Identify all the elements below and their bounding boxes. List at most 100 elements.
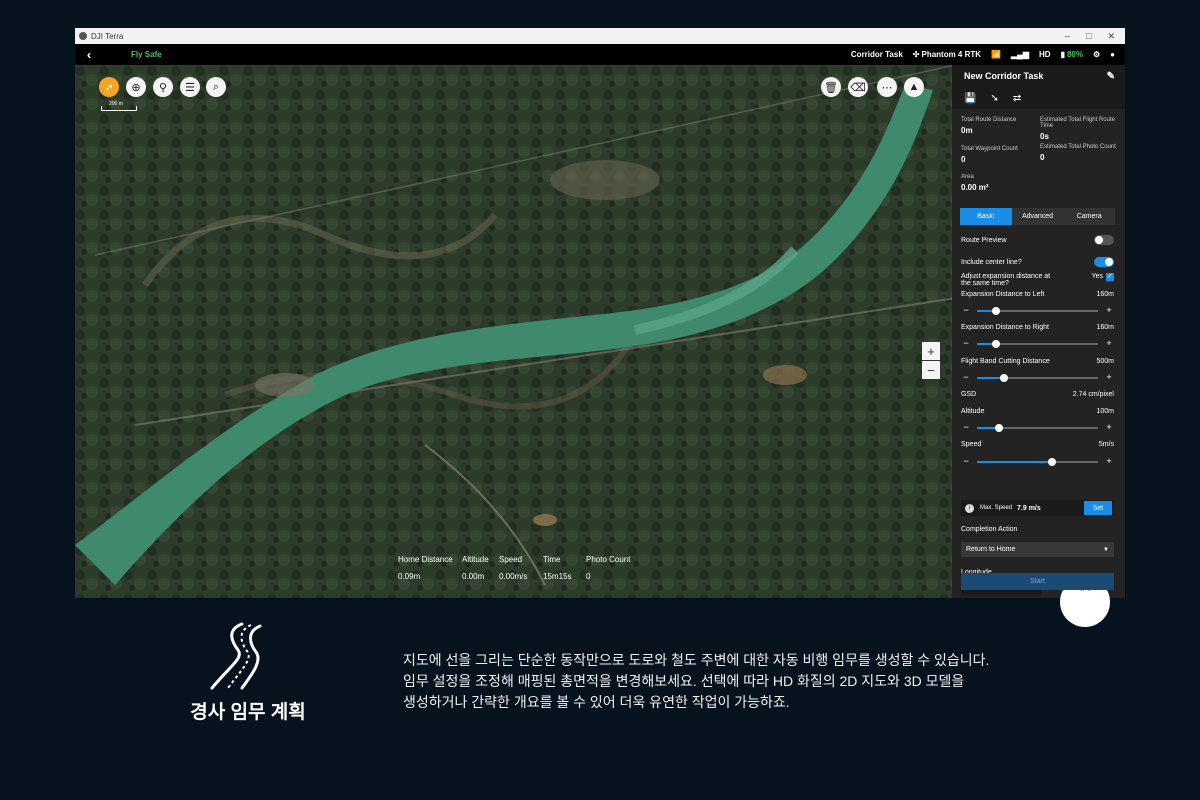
fly-safe-link[interactable]: Fly Safe <box>131 50 162 59</box>
plus-icon[interactable]: + <box>1104 306 1114 316</box>
edit-pencil-icon[interactable]: ✎ <box>1107 71 1115 82</box>
mission-settings-panel: New Corridor Task ✎ 💾 ➘ ⇄ Total Route Di… <box>952 65 1125 627</box>
settings-tabs: Basic Advanced Camera <box>960 208 1115 225</box>
stat-home-distance: Home Distance 0.09m <box>398 555 453 581</box>
minus-icon[interactable]: − <box>961 339 971 349</box>
flight-band-label: Flight Band Cutting Distance <box>961 358 1050 365</box>
adjust-expansion-row: Adjust expansion distance at the same ti… <box>961 273 1114 287</box>
panel-title: New Corridor Task <box>964 71 1044 81</box>
map-view[interactable]: ➚ ⊕ ⚲ ☰ ⌕ 200 m 🗑 ⌫ ⋯ ▲ + − Home Distanc… <box>75 65 952 598</box>
estimated-photo-count: Estimated Total Photo Count 0 <box>1040 144 1116 162</box>
map-layer-icon[interactable]: ▲ <box>904 77 924 97</box>
tab-basic[interactable]: Basic <box>960 208 1012 225</box>
route-preview-toggle[interactable] <box>1094 235 1114 245</box>
signal-icon: 📶 <box>991 50 1002 59</box>
flight-band-slider[interactable]: − + <box>961 373 1114 383</box>
flight-band-value: 500m <box>1096 358 1114 365</box>
zoom-out-button[interactable]: − <box>922 361 940 379</box>
minus-icon[interactable]: − <box>961 423 971 433</box>
save-icon[interactable]: 💾 <box>964 93 976 104</box>
speed-label: Speed <box>961 441 982 448</box>
slider-thumb[interactable] <box>1048 458 1057 466</box>
maximize-icon[interactable]: □ <box>1086 31 1091 42</box>
slider-thumb[interactable] <box>999 374 1008 382</box>
minus-icon[interactable]: − <box>961 373 971 383</box>
waypoint-tool-icon[interactable]: ⋯ <box>877 77 897 97</box>
total-waypoint-count: Total Waypoint Count 0 <box>961 146 1018 164</box>
expansion-left-row: Expansion Distance to Left 160m <box>961 291 1114 298</box>
slider-thumb[interactable] <box>992 340 1001 348</box>
max-speed-label: Max. Speed <box>980 505 1013 511</box>
battery-icon: ▮ <box>1060 50 1065 59</box>
top-bar: ‹ Fly Safe Corridor Task ✣ Phantom 4 RTK … <box>75 44 1125 65</box>
drone-icon: ✣ <box>912 50 920 59</box>
minus-icon[interactable]: − <box>961 457 971 467</box>
tab-advanced[interactable]: Advanced <box>1012 208 1064 225</box>
slider-thumb[interactable] <box>994 424 1003 432</box>
search-icon[interactable]: ⌕ <box>206 77 226 97</box>
estimated-flight-time: Estimated Total Flight Route Time 0s <box>1040 117 1115 141</box>
import-icon[interactable]: ➘ <box>990 93 998 104</box>
app-window: DJI Terra – □ ✕ ‹ Fly Safe Corridor Task… <box>75 28 1125 627</box>
route-preview-row: Route Preview <box>961 235 1114 245</box>
expansion-right-value: 160m <box>1096 324 1114 331</box>
route-preview-label: Route Preview <box>961 236 1007 244</box>
adjust-expansion-checkbox[interactable]: ✓ <box>1106 273 1114 281</box>
caption-description: 지도에 선을 그리는 단순한 동작만으로 도로와 철도 주변에 대한 자동 비행… <box>403 650 1123 713</box>
gsd-row: GSD 2.74 cm/pixel <box>961 391 1114 398</box>
minimize-icon[interactable]: – <box>1065 31 1070 42</box>
eraser-icon[interactable]: ⌫ <box>848 77 868 97</box>
export-icon[interactable]: ⇄ <box>1013 93 1021 104</box>
app-logo-icon <box>79 32 87 40</box>
aircraft-model: Phantom 4 RTK <box>921 50 982 59</box>
max-speed-row: i Max. Speed 7.9 m/s Set <box>961 500 1114 516</box>
altitude-label: Altitude <box>961 408 985 415</box>
minus-icon[interactable]: − <box>961 306 971 316</box>
locate-aircraft-button[interactable]: ➚ <box>99 77 119 97</box>
list-icon[interactable]: ☰ <box>180 77 200 97</box>
gsd-value: 2.74 cm/pixel <box>1072 391 1114 398</box>
rc-signal-icon: ▂▄▆ <box>1011 50 1029 59</box>
altitude-value: 100m <box>1096 408 1114 415</box>
user-icon[interactable]: ● <box>1110 50 1115 59</box>
set-max-speed-button[interactable]: Set <box>1084 501 1112 515</box>
target-icon[interactable]: ⊕ <box>126 77 146 97</box>
close-icon[interactable]: ✕ <box>1107 31 1115 42</box>
center-line-toggle[interactable] <box>1094 257 1114 267</box>
hd-label: HD <box>1039 50 1051 59</box>
altitude-slider[interactable]: − + <box>961 423 1114 433</box>
tab-camera[interactable]: Camera <box>1063 208 1115 225</box>
expansion-right-row: Expansion Distance to Right 160m <box>961 324 1114 331</box>
plus-icon[interactable]: + <box>1104 373 1114 383</box>
trash-icon[interactable]: 🗑 <box>821 77 841 97</box>
completion-action-select[interactable]: Return to Home ▼ <box>961 542 1114 557</box>
gsd-label: GSD <box>961 391 977 398</box>
title-bar: DJI Terra – □ ✕ <box>75 28 1125 44</box>
battery-level: 80% <box>1066 50 1083 59</box>
flight-band-row: Flight Band Cutting Distance 500m <box>961 358 1114 365</box>
plus-icon[interactable]: + <box>1104 423 1114 433</box>
start-button[interactable]: Start <box>961 573 1114 590</box>
caption-title: 경사 임무 계획 <box>190 702 306 723</box>
slider-thumb[interactable] <box>992 307 1001 315</box>
caption-line: 임무 설정을 조정해 매핑된 총면적을 변경해보세요. 선택에 따라 HD 화질… <box>403 673 965 689</box>
satellite-map <box>75 65 952 598</box>
zoom-in-button[interactable]: + <box>922 342 940 360</box>
gear-icon[interactable]: ⚙ <box>1093 50 1100 59</box>
caption-line: 지도에 선을 그리는 단순한 동작만으로 도로와 철도 주변에 대한 자동 비행… <box>403 652 990 668</box>
caret-down-icon: ▼ <box>1103 546 1109 553</box>
stat-photo-count: Photo Count 0 <box>586 555 631 581</box>
speed-slider[interactable]: − + <box>961 457 1114 467</box>
info-icon[interactable]: i <box>965 503 974 513</box>
expansion-left-slider[interactable]: − + <box>961 306 1114 316</box>
back-chevron-icon[interactable]: ‹ <box>75 47 103 62</box>
expansion-right-slider[interactable]: − + <box>961 339 1114 349</box>
map-pin-icon[interactable]: ⚲ <box>153 77 173 97</box>
expansion-left-label: Expansion Distance to Left <box>961 291 1045 298</box>
center-line-row: Include center line? <box>961 257 1114 267</box>
total-route-distance: Total Route Distance 0m <box>961 117 1017 135</box>
adjust-expansion-value: Yes <box>1091 273 1103 280</box>
plus-icon[interactable]: + <box>1104 339 1114 349</box>
max-speed-value: 7.9 m/s <box>1017 504 1041 512</box>
plus-icon[interactable]: + <box>1104 457 1114 467</box>
